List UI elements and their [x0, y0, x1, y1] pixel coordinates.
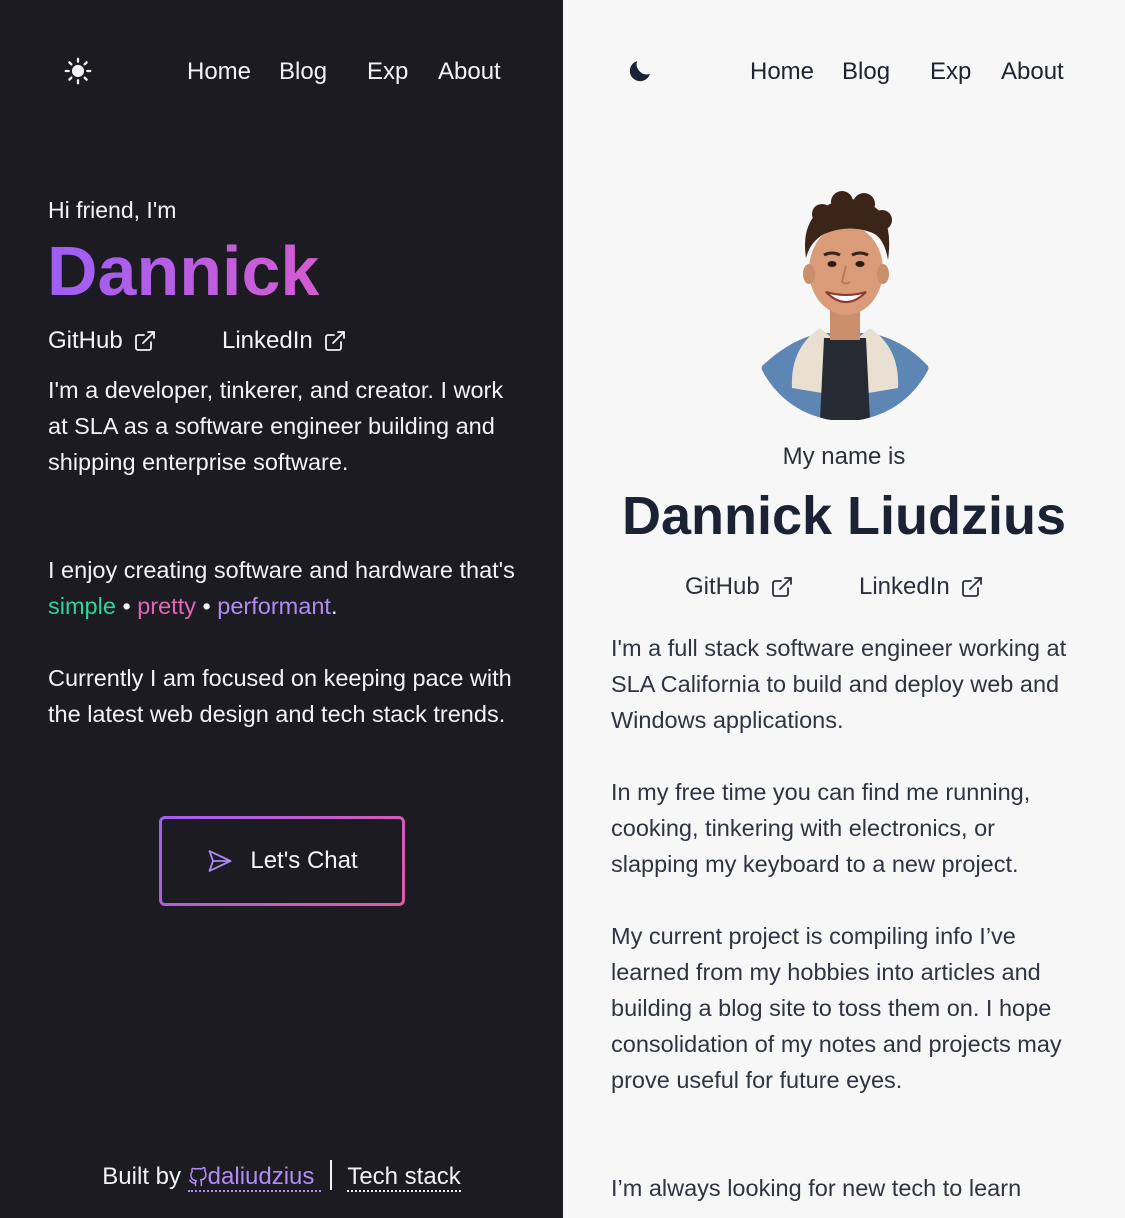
moon-icon[interactable]: [623, 54, 657, 88]
about-paragraph-3: My current project is compiling info I’v…: [611, 923, 1062, 1093]
enjoy-paragraph: I enjoy creating software and hardware t…: [48, 552, 518, 624]
built-by-label: Built by: [102, 1163, 181, 1190]
enjoy-suffix: .: [330, 593, 338, 619]
top-nav: Home Blog Exp About: [0, 50, 563, 96]
nav-home[interactable]: Home: [750, 58, 814, 86]
linkedin-link-label: LinkedIn: [859, 573, 950, 600]
lets-chat-label: Let's Chat: [250, 847, 358, 874]
linkedin-link[interactable]: LinkedIn: [222, 327, 347, 355]
about-paragraph-2: In my free time you can find me running,…: [611, 779, 1031, 877]
github-link-label: GitHub: [48, 327, 123, 354]
lets-chat-button[interactable]: Let's Chat: [159, 816, 405, 906]
send-icon: [208, 850, 232, 872]
linkedin-link-light[interactable]: LinkedIn: [859, 573, 984, 601]
greeting: Hi friend, I'm: [48, 197, 177, 223]
tech-stack-link[interactable]: Tech stack: [347, 1163, 461, 1192]
footer-divider: [330, 1160, 333, 1190]
github-username: daliudzius: [207, 1163, 315, 1190]
external-link-icon: [134, 331, 155, 351]
about-paragraph-1: I'm a full stack software engineer worki…: [611, 635, 1067, 733]
github-link-label: GitHub: [685, 573, 760, 600]
quality-performant: performant: [217, 593, 331, 619]
github-user-link[interactable]: daliudzius: [187, 1163, 322, 1192]
external-link-icon: [324, 331, 345, 351]
nav-about[interactable]: About: [1001, 58, 1064, 86]
nav-home[interactable]: Home: [187, 58, 251, 86]
about-paragraph-4: I’m always looking for new tech to learn: [611, 1175, 1022, 1201]
github-link[interactable]: GitHub: [48, 327, 157, 355]
nav-blog[interactable]: Blog: [279, 58, 327, 86]
nav-blog[interactable]: Blog: [842, 58, 890, 86]
github-link-light[interactable]: GitHub: [685, 573, 794, 601]
quality-pretty: pretty: [137, 593, 196, 619]
bullet-separator: •: [202, 593, 211, 619]
profile-photo: [752, 188, 938, 420]
name-intro: My name is: [782, 443, 906, 470]
github-icon: [188, 1166, 207, 1187]
footer: Built by daliudzius Tech stack: [0, 1160, 563, 1192]
external-link-icon: [771, 577, 792, 597]
nav-exp[interactable]: Exp: [930, 58, 971, 86]
nav-about[interactable]: About: [438, 58, 501, 86]
hero-name: Dannick: [47, 232, 320, 310]
top-nav: Home Blog Exp About: [563, 50, 1125, 96]
focus-paragraph: Currently I am focused on keeping pace w…: [48, 665, 512, 727]
bio-paragraph: I'm a developer, tinkerer, and creator. …: [48, 377, 504, 475]
quality-simple: simple: [48, 593, 116, 619]
sun-icon[interactable]: [61, 54, 95, 88]
nav-exp[interactable]: Exp: [367, 58, 408, 86]
bullet-separator: •: [122, 593, 131, 619]
enjoy-prefix: I enjoy creating software and hardware t…: [48, 557, 515, 583]
full-name-heading: Dannick Liudzius: [621, 486, 1067, 546]
external-link-icon: [961, 577, 982, 597]
dark-theme-panel: Home Blog Exp About Hi friend, I'm Danni…: [0, 0, 563, 1218]
linkedin-link-label: LinkedIn: [222, 327, 313, 354]
